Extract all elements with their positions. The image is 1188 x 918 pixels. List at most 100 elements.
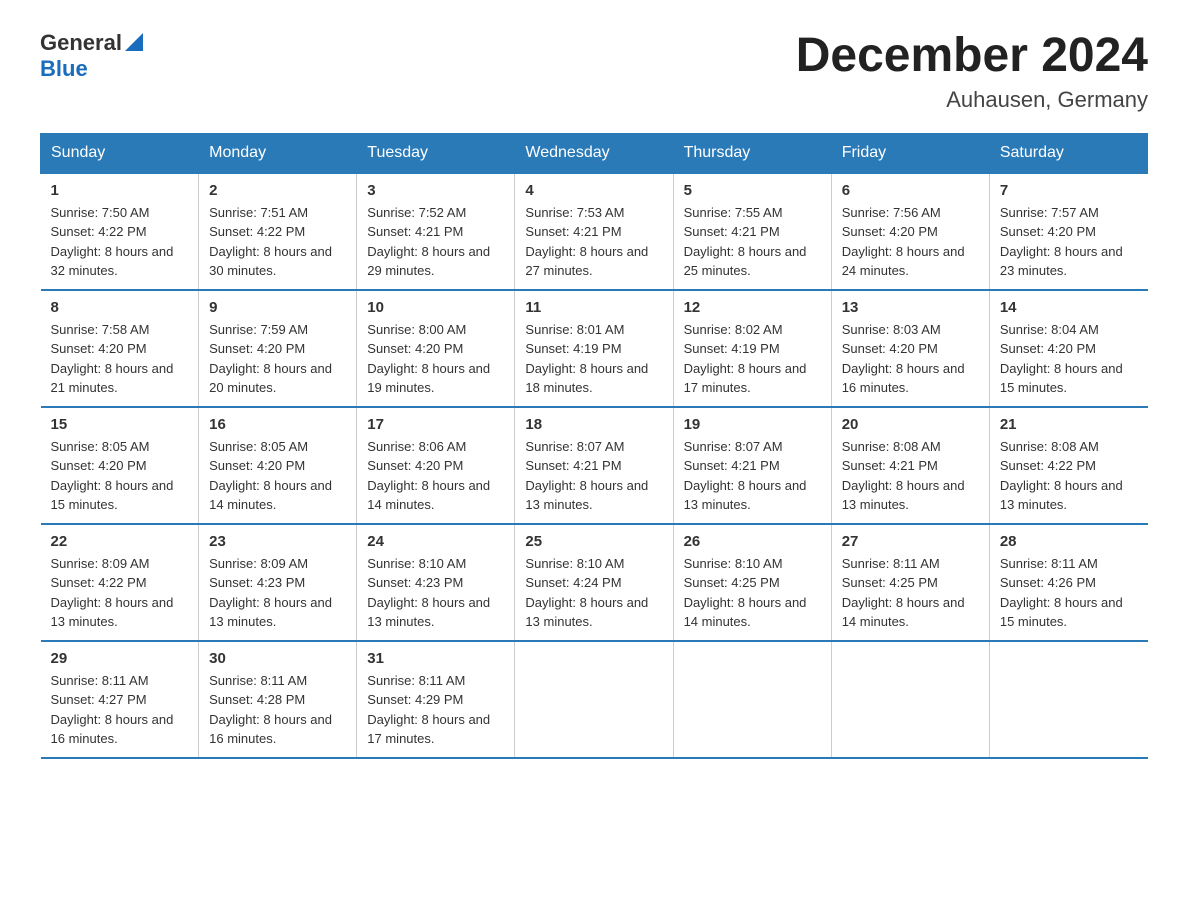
page-header: General Blue December 2024 Auhausen, Ger… — [40, 30, 1148, 113]
page-title: December 2024 — [796, 30, 1148, 83]
day-number: 16 — [209, 416, 346, 433]
day-info: Sunrise: 8:03 AMSunset: 4:20 PMDaylight:… — [842, 320, 979, 398]
day-number: 31 — [367, 650, 504, 667]
calendar-cell: 1 Sunrise: 7:50 AMSunset: 4:22 PMDaylight… — [41, 173, 199, 290]
calendar-cell — [515, 641, 673, 758]
calendar-cell: 25 Sunrise: 8:10 AMSunset: 4:24 PMDayligh… — [515, 524, 673, 641]
day-info: Sunrise: 8:04 AMSunset: 4:20 PMDaylight:… — [1000, 320, 1138, 398]
logo-blue-text: Blue — [40, 56, 88, 81]
day-number: 15 — [51, 416, 189, 433]
calendar-cell: 3 Sunrise: 7:52 AMSunset: 4:21 PMDaylight… — [357, 173, 515, 290]
calendar-cell: 16 Sunrise: 8:05 AMSunset: 4:20 PMDayligh… — [199, 407, 357, 524]
day-number: 25 — [525, 533, 662, 550]
header-tuesday: Tuesday — [357, 133, 515, 173]
calendar-cell: 23Sunrise: 8:09 AMSunset: 4:23 PMDayligh… — [199, 524, 357, 641]
day-number: 29 — [51, 650, 189, 667]
day-number: 13 — [842, 299, 979, 316]
header-saturday: Saturday — [989, 133, 1147, 173]
day-number: 14 — [1000, 299, 1138, 316]
calendar-cell: 20 Sunrise: 8:08 AMSunset: 4:21 PMDayligh… — [831, 407, 989, 524]
week-row-5: 29 Sunrise: 8:11 AMSunset: 4:27 PMDayligh… — [41, 641, 1148, 758]
calendar-cell: 12 Sunrise: 8:02 AMSunset: 4:19 PMDayligh… — [673, 290, 831, 407]
day-info: Sunrise: 7:51 AMSunset: 4:22 PMDaylight:… — [209, 203, 346, 281]
logo-triangle-icon — [125, 31, 143, 56]
day-info: Sunrise: 8:08 AMSunset: 4:21 PMDaylight:… — [842, 437, 979, 515]
day-info: Sunrise: 8:11 AMSunset: 4:29 PMDaylight:… — [367, 671, 504, 749]
day-info: Sunrise: 8:11 AMSunset: 4:25 PMDaylight:… — [842, 554, 979, 632]
day-info: Sunrise: 8:11 AMSunset: 4:27 PMDaylight:… — [51, 671, 189, 749]
calendar-cell: 5 Sunrise: 7:55 AMSunset: 4:21 PMDaylight… — [673, 173, 831, 290]
day-info: Sunrise: 8:01 AMSunset: 4:19 PMDaylight:… — [525, 320, 662, 398]
week-row-3: 15 Sunrise: 8:05 AMSunset: 4:20 PMDayligh… — [41, 407, 1148, 524]
day-info: Sunrise: 8:10 AMSunset: 4:23 PMDaylight:… — [367, 554, 504, 632]
day-info: Sunrise: 8:02 AMSunset: 4:19 PMDaylight:… — [684, 320, 821, 398]
calendar-cell: 26 Sunrise: 8:10 AMSunset: 4:25 PMDayligh… — [673, 524, 831, 641]
day-number: 20 — [842, 416, 979, 433]
calendar-cell: 4Sunrise: 7:53 AMSunset: 4:21 PMDaylight… — [515, 173, 673, 290]
calendar-cell: 13 Sunrise: 8:03 AMSunset: 4:20 PMDayligh… — [831, 290, 989, 407]
calendar-cell: 22 Sunrise: 8:09 AMSunset: 4:22 PMDayligh… — [41, 524, 199, 641]
header-thursday: Thursday — [673, 133, 831, 173]
calendar-cell: 17Sunrise: 8:06 AMSunset: 4:20 PMDayligh… — [357, 407, 515, 524]
calendar-cell: 15 Sunrise: 8:05 AMSunset: 4:20 PMDayligh… — [41, 407, 199, 524]
day-info: Sunrise: 8:08 AMSunset: 4:22 PMDaylight:… — [1000, 437, 1138, 515]
day-info: Sunrise: 8:07 AMSunset: 4:21 PMDaylight:… — [684, 437, 821, 515]
day-info: Sunrise: 7:50 AMSunset: 4:22 PMDaylight:… — [51, 203, 189, 281]
day-info: Sunrise: 8:06 AMSunset: 4:20 PMDaylight:… — [367, 437, 504, 515]
location-title: Auhausen, Germany — [796, 87, 1148, 113]
calendar-cell: 24 Sunrise: 8:10 AMSunset: 4:23 PMDayligh… — [357, 524, 515, 641]
calendar-cell: 30Sunrise: 8:11 AMSunset: 4:28 PMDayligh… — [199, 641, 357, 758]
calendar-cell: 28Sunrise: 8:11 AMSunset: 4:26 PMDayligh… — [989, 524, 1147, 641]
day-number: 24 — [367, 533, 504, 550]
day-info: Sunrise: 7:59 AMSunset: 4:20 PMDaylight:… — [209, 320, 346, 398]
logo-general-text: General — [40, 30, 122, 56]
day-number: 26 — [684, 533, 821, 550]
day-number: 28 — [1000, 533, 1138, 550]
header-monday: Monday — [199, 133, 357, 173]
day-number: 5 — [684, 182, 821, 199]
calendar-cell: 18 Sunrise: 8:07 AMSunset: 4:21 PMDayligh… — [515, 407, 673, 524]
day-number: 18 — [525, 416, 662, 433]
calendar-cell: 8Sunrise: 7:58 AMSunset: 4:20 PMDaylight… — [41, 290, 199, 407]
day-info: Sunrise: 8:10 AMSunset: 4:24 PMDaylight:… — [525, 554, 662, 632]
header-friday: Friday — [831, 133, 989, 173]
calendar-table: SundayMondayTuesdayWednesdayThursdayFrid… — [40, 133, 1148, 759]
day-info: Sunrise: 8:09 AMSunset: 4:22 PMDaylight:… — [51, 554, 189, 632]
week-row-4: 22 Sunrise: 8:09 AMSunset: 4:22 PMDayligh… — [41, 524, 1148, 641]
calendar-cell: 27Sunrise: 8:11 AMSunset: 4:25 PMDayligh… — [831, 524, 989, 641]
calendar-cell: 7Sunrise: 7:57 AMSunset: 4:20 PMDaylight… — [989, 173, 1147, 290]
day-info: Sunrise: 8:07 AMSunset: 4:21 PMDaylight:… — [525, 437, 662, 515]
day-number: 11 — [525, 299, 662, 316]
day-number: 4 — [525, 182, 662, 199]
day-number: 9 — [209, 299, 346, 316]
day-info: Sunrise: 8:00 AMSunset: 4:20 PMDaylight:… — [367, 320, 504, 398]
calendar-cell: 2 Sunrise: 7:51 AMSunset: 4:22 PMDaylight… — [199, 173, 357, 290]
calendar-header-row: SundayMondayTuesdayWednesdayThursdayFrid… — [41, 133, 1148, 173]
day-number: 6 — [842, 182, 979, 199]
calendar-cell: 11 Sunrise: 8:01 AMSunset: 4:19 PMDayligh… — [515, 290, 673, 407]
day-number: 10 — [367, 299, 504, 316]
day-info: Sunrise: 7:56 AMSunset: 4:20 PMDaylight:… — [842, 203, 979, 281]
day-info: Sunrise: 7:52 AMSunset: 4:21 PMDaylight:… — [367, 203, 504, 281]
day-number: 8 — [51, 299, 189, 316]
day-info: Sunrise: 7:57 AMSunset: 4:20 PMDaylight:… — [1000, 203, 1138, 281]
day-info: Sunrise: 8:10 AMSunset: 4:25 PMDaylight:… — [684, 554, 821, 632]
calendar-cell: 9 Sunrise: 7:59 AMSunset: 4:20 PMDaylight… — [199, 290, 357, 407]
header-sunday: Sunday — [41, 133, 199, 173]
calendar-cell — [831, 641, 989, 758]
day-number: 2 — [209, 182, 346, 199]
title-area: December 2024 Auhausen, Germany — [796, 30, 1148, 113]
day-number: 1 — [51, 182, 189, 199]
day-info: Sunrise: 8:05 AMSunset: 4:20 PMDaylight:… — [209, 437, 346, 515]
day-number: 3 — [367, 182, 504, 199]
calendar-cell — [673, 641, 831, 758]
day-number: 12 — [684, 299, 821, 316]
calendar-cell: 29 Sunrise: 8:11 AMSunset: 4:27 PMDayligh… — [41, 641, 199, 758]
week-row-1: 1 Sunrise: 7:50 AMSunset: 4:22 PMDaylight… — [41, 173, 1148, 290]
day-number: 23 — [209, 533, 346, 550]
day-info: Sunrise: 7:55 AMSunset: 4:21 PMDaylight:… — [684, 203, 821, 281]
day-number: 30 — [209, 650, 346, 667]
day-number: 22 — [51, 533, 189, 550]
day-info: Sunrise: 8:05 AMSunset: 4:20 PMDaylight:… — [51, 437, 189, 515]
calendar-cell — [989, 641, 1147, 758]
